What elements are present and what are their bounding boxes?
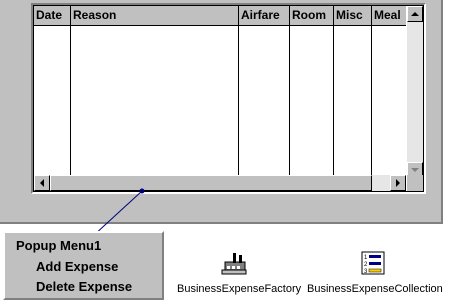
- menu-item-delete-expense[interactable]: Delete Expense: [36, 279, 132, 294]
- component-business-expense-collection[interactable]: 1 2 3 BusinessExpenseCollection: [307, 250, 443, 300]
- component-label: BusinessExpenseCollection: [307, 283, 443, 295]
- component-label: BusinessExpenseFactory: [177, 283, 302, 295]
- component-business-expense-factory[interactable]: BusinessExpenseFactory: [177, 250, 301, 300]
- popup-menu-title: Popup Menu1: [16, 238, 102, 253]
- menu-item-add-expense[interactable]: Add Expense: [36, 259, 118, 274]
- factory-icon: [221, 253, 247, 275]
- popup-menu-component[interactable]: Popup Menu1 Add Expense Delete Expense: [3, 231, 164, 300]
- collection-list-icon: 1 2 3: [361, 251, 385, 275]
